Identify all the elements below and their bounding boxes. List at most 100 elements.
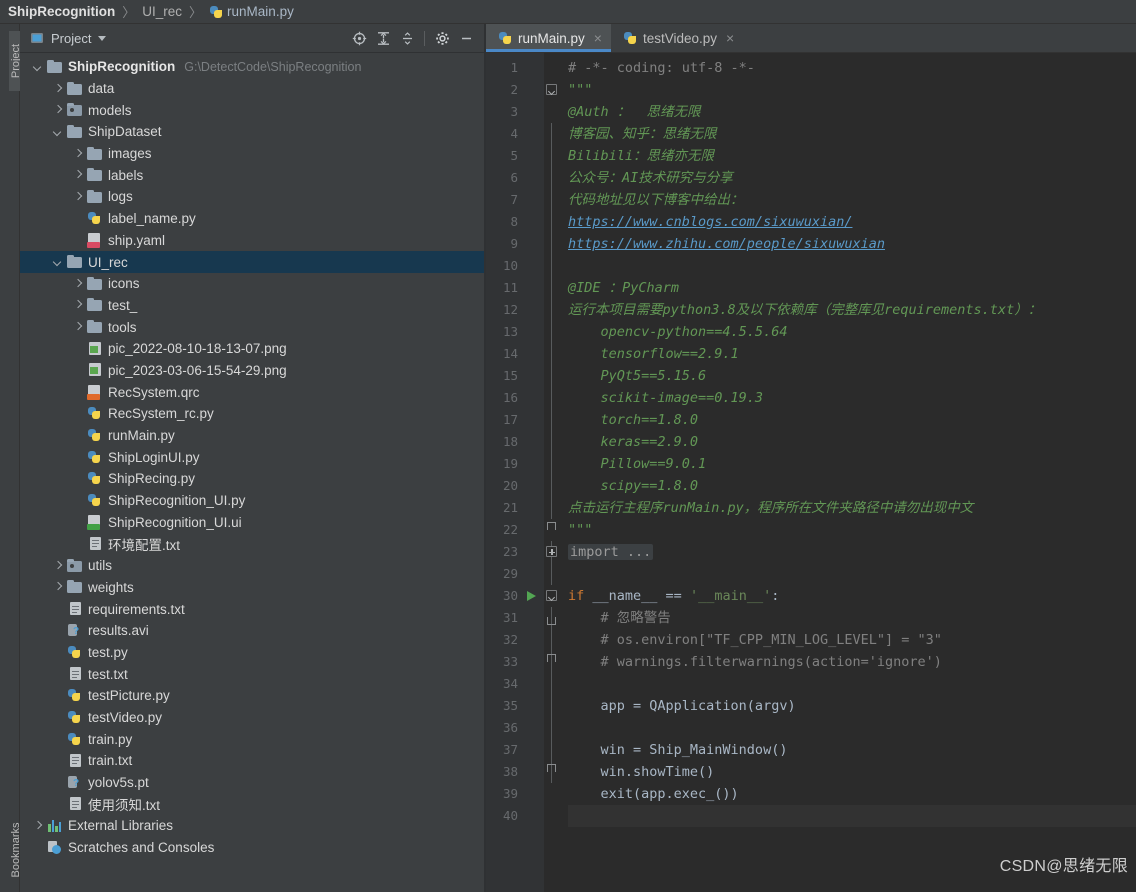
tree-row[interactable]: utils bbox=[20, 555, 484, 577]
tree-row[interactable]: test_ bbox=[20, 295, 484, 317]
code-line[interactable]: 运行本项目需要python3.8及以下依赖库（完整库见requirements.… bbox=[568, 299, 1136, 321]
code-line[interactable]: 点击运行主程序runMain.py，程序所在文件夹路径中请勿出现中文 bbox=[568, 497, 1136, 519]
code-line[interactable]: tensorflow==2.9.1 bbox=[568, 343, 1136, 365]
tree-row[interactable]: ShipLoginUI.py bbox=[20, 446, 484, 468]
code-line[interactable]: win.showTime() bbox=[568, 761, 1136, 783]
hide-panel-icon[interactable] bbox=[454, 27, 478, 49]
chevron-right-icon[interactable] bbox=[72, 147, 85, 160]
chevron-down-icon[interactable] bbox=[98, 35, 107, 41]
chevron-right-icon[interactable] bbox=[72, 277, 85, 290]
run-configuration-icon[interactable] bbox=[527, 591, 536, 601]
code-line[interactable]: 代码地址见以下博客中给出： bbox=[568, 189, 1136, 211]
tree-row[interactable]: RecSystem.qrc bbox=[20, 381, 484, 403]
code-line[interactable]: # 忽略警告 bbox=[568, 607, 1136, 629]
tree-row[interactable]: pic_2022-08-10-18-13-07.png bbox=[20, 338, 484, 360]
chevron-down-icon[interactable] bbox=[32, 60, 45, 73]
code-line[interactable]: opencv-python==4.5.5.64 bbox=[568, 321, 1136, 343]
code-line[interactable]: if __name__ == '__main__': bbox=[568, 585, 1136, 607]
breadcrumb-item-0[interactable]: ShipRecognition bbox=[8, 4, 115, 19]
code-line[interactable]: exit(app.exec_()) bbox=[568, 783, 1136, 805]
tree-row[interactable]: tools bbox=[20, 316, 484, 338]
code-line[interactable] bbox=[568, 717, 1136, 739]
tree-row[interactable]: models bbox=[20, 99, 484, 121]
code-text[interactable]: # -*- coding: utf-8 -*- """ @Auth ： 思绪无限 博客… bbox=[560, 53, 1136, 892]
chevron-down-icon[interactable] bbox=[52, 256, 65, 269]
tree-row[interactable]: weights bbox=[20, 577, 484, 599]
code-line[interactable]: @Auth ： 思绪无限 bbox=[568, 101, 1136, 123]
chevron-right-icon[interactable] bbox=[52, 559, 65, 572]
tree-row[interactable]: pic_2023-03-06-15-54-29.png bbox=[20, 360, 484, 382]
code-line[interactable]: keras==2.9.0 bbox=[568, 431, 1136, 453]
code-line[interactable] bbox=[568, 255, 1136, 277]
tree-row[interactable]: 环境配置.txt bbox=[20, 533, 484, 555]
code-line[interactable]: scipy==1.8.0 bbox=[568, 475, 1136, 497]
tree-row[interactable]: icons bbox=[20, 273, 484, 295]
code-line[interactable]: """ bbox=[568, 79, 1136, 101]
code-line[interactable]: PyQt5==5.15.6 bbox=[568, 365, 1136, 387]
fold-region-start-icon[interactable] bbox=[547, 617, 556, 625]
code-line[interactable]: @IDE ：PyCharm bbox=[568, 277, 1136, 299]
tree-row[interactable]: train.txt bbox=[20, 750, 484, 772]
code-line[interactable]: Bilibili：思绪亦无限 bbox=[568, 145, 1136, 167]
close-icon[interactable]: × bbox=[594, 31, 602, 45]
project-file-tree[interactable]: ShipRecognition G:\DetectCode\ShipRecogni… bbox=[20, 53, 484, 892]
tree-row[interactable]: ship.yaml bbox=[20, 230, 484, 252]
chevron-right-icon[interactable] bbox=[32, 819, 45, 832]
tree-row[interactable]: ShipRecognition_UI.ui bbox=[20, 511, 484, 533]
code-line[interactable]: # warnings.filterwarnings(action='ignore… bbox=[568, 651, 1136, 673]
tree-row[interactable]: test.py bbox=[20, 642, 484, 664]
expand-all-icon[interactable] bbox=[371, 27, 395, 49]
tree-row[interactable]: ShipDataset bbox=[20, 121, 484, 143]
fold-region-end-icon[interactable] bbox=[547, 764, 556, 772]
tree-row[interactable]: testVideo.py bbox=[20, 707, 484, 729]
code-line[interactable] bbox=[568, 805, 1136, 827]
chevron-right-icon[interactable] bbox=[72, 190, 85, 203]
tree-row[interactable]: testPicture.py bbox=[20, 685, 484, 707]
close-icon[interactable]: × bbox=[726, 31, 734, 45]
tree-row[interactable]: UI_rec bbox=[20, 251, 484, 273]
tree-row[interactable]: ShipRecing.py bbox=[20, 468, 484, 490]
chevron-right-icon[interactable] bbox=[72, 299, 85, 312]
select-opened-file-icon[interactable] bbox=[347, 27, 371, 49]
tree-row[interactable]: ShipRecognition G:\DetectCode\ShipRecogni… bbox=[20, 56, 484, 78]
chevron-right-icon[interactable] bbox=[52, 104, 65, 117]
editor-tab-testVideo-py[interactable]: testVideo.py × bbox=[611, 24, 743, 52]
tree-row[interactable]: images bbox=[20, 143, 484, 165]
code-line[interactable] bbox=[568, 673, 1136, 695]
collapse-fold-icon[interactable] bbox=[546, 590, 557, 601]
chevron-right-icon[interactable] bbox=[52, 581, 65, 594]
code-line[interactable]: 博客园、知乎：思绪无限 bbox=[568, 123, 1136, 145]
code-line[interactable]: 公众号：AI技术研究与分享 bbox=[568, 167, 1136, 189]
tree-row[interactable]: logs bbox=[20, 186, 484, 208]
expand-fold-icon[interactable] bbox=[546, 546, 557, 557]
code-line[interactable]: win = Ship_MainWindow() bbox=[568, 739, 1136, 761]
tree-row[interactable]: label_name.py bbox=[20, 208, 484, 230]
tree-row[interactable]: runMain.py bbox=[20, 425, 484, 447]
settings-gear-icon[interactable] bbox=[430, 27, 454, 49]
tree-row[interactable]: Scratches and Consoles bbox=[20, 837, 484, 859]
tree-row[interactable]: ? yolov5s.pt bbox=[20, 772, 484, 794]
code-line[interactable]: scikit-image==0.19.3 bbox=[568, 387, 1136, 409]
code-line[interactable]: app = QApplication(argv) bbox=[568, 695, 1136, 717]
gutter-marker-row[interactable] bbox=[524, 585, 544, 607]
collapse-fold-icon[interactable] bbox=[546, 84, 557, 95]
tree-row[interactable]: labels bbox=[20, 164, 484, 186]
code-editor[interactable]: 1 2 3 4 5 6 7 8 9 10 11 12 13 14 15 16 17 18 19 20 21 22 23 29 3… bbox=[486, 53, 1136, 892]
tree-row[interactable]: ? results.avi bbox=[20, 620, 484, 642]
code-line[interactable]: # os.environ["TF_CPP_MIN_LOG_LEVEL"] = "… bbox=[568, 629, 1136, 651]
tree-row[interactable]: train.py bbox=[20, 728, 484, 750]
breadcrumb-item-2[interactable]: runMain.py bbox=[227, 4, 294, 19]
code-line[interactable]: import ... bbox=[568, 541, 1136, 563]
code-folding-gutter[interactable] bbox=[544, 53, 560, 892]
chevron-right-icon[interactable] bbox=[52, 82, 65, 95]
code-line[interactable] bbox=[568, 563, 1136, 585]
code-line[interactable]: # -*- coding: utf-8 -*- bbox=[568, 57, 1136, 79]
tree-row[interactable]: RecSystem_rc.py bbox=[20, 403, 484, 425]
editor-tab-runMain-py[interactable]: runMain.py × bbox=[486, 24, 611, 52]
tree-row[interactable]: test.txt bbox=[20, 663, 484, 685]
code-line[interactable]: """ bbox=[568, 519, 1136, 541]
fold-region-end-icon[interactable] bbox=[547, 654, 556, 662]
tree-row[interactable]: 使用须知.txt bbox=[20, 793, 484, 815]
chevron-right-icon[interactable] bbox=[72, 169, 85, 182]
code-line[interactable]: https://www.cnblogs.com/sixuwuxian/ bbox=[568, 211, 1136, 233]
